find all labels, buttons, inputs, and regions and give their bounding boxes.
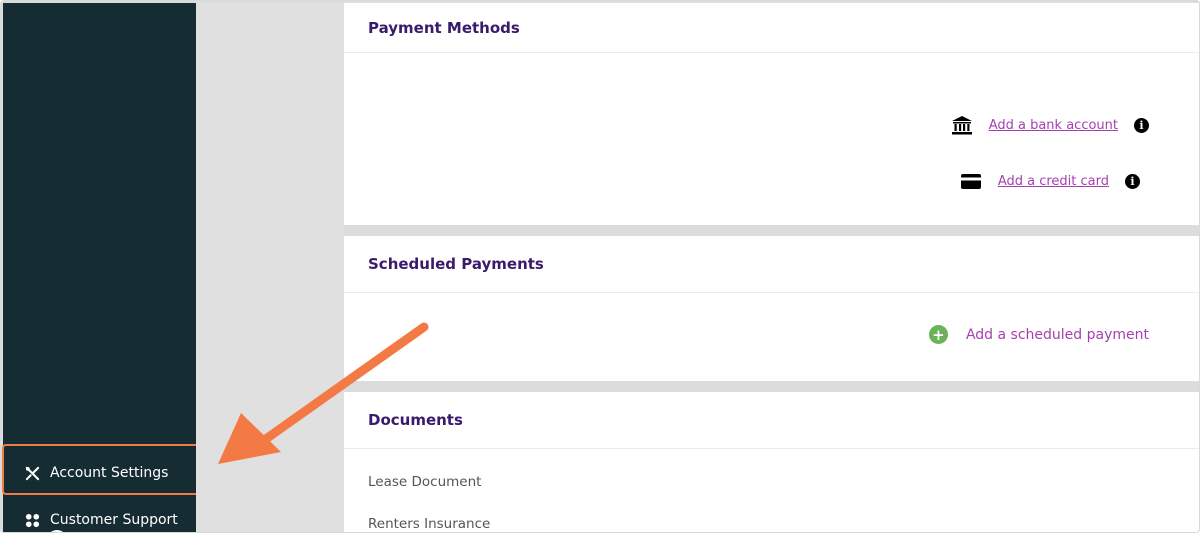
credit-card-icon xyxy=(960,171,982,191)
tools-icon xyxy=(24,465,40,481)
sidebar-item-account-settings[interactable]: Account Settings xyxy=(3,453,196,493)
sidebar-item-label: Customer Support xyxy=(50,512,178,528)
scheduled-payments-card: Scheduled Payments + Add a scheduled pay… xyxy=(344,236,1199,381)
list-item[interactable]: Renters Insurance xyxy=(368,516,490,532)
add-bank-account-link[interactable]: Add a bank account xyxy=(989,118,1118,133)
plus-circle-icon: + xyxy=(928,325,948,344)
add-credit-card-link[interactable]: Add a credit card xyxy=(998,174,1109,189)
documents-card: Documents Lease Document Renters Insuran… xyxy=(344,392,1199,532)
bank-account-row: Add a bank account i xyxy=(951,115,1149,135)
credit-card-row: Add a credit card i xyxy=(960,171,1140,191)
sidebar-item-label: Account Settings xyxy=(50,465,169,481)
payment-methods-card: Payment Methods Add a bank account i Add… xyxy=(344,3,1199,225)
add-scheduled-payment-label: Add a scheduled payment xyxy=(965,326,1149,343)
list-item[interactable]: Lease Document xyxy=(368,474,481,490)
add-scheduled-payment-button[interactable]: + Add a scheduled payment xyxy=(928,325,1149,344)
gutter xyxy=(196,3,344,532)
documents-title: Documents xyxy=(344,392,1199,449)
app-frame: Account Settings Customer Support Paymen… xyxy=(0,0,1200,533)
info-icon[interactable]: i xyxy=(1125,173,1140,189)
sidebar-item-customer-support[interactable]: Customer Support xyxy=(3,500,196,532)
info-icon[interactable]: i xyxy=(1134,117,1149,133)
payment-methods-title: Payment Methods xyxy=(344,3,1199,53)
sidebar: Account Settings Customer Support xyxy=(3,3,196,532)
bank-icon xyxy=(951,115,973,135)
scheduled-payments-title: Scheduled Payments xyxy=(344,236,1199,293)
support-icon xyxy=(24,512,40,528)
